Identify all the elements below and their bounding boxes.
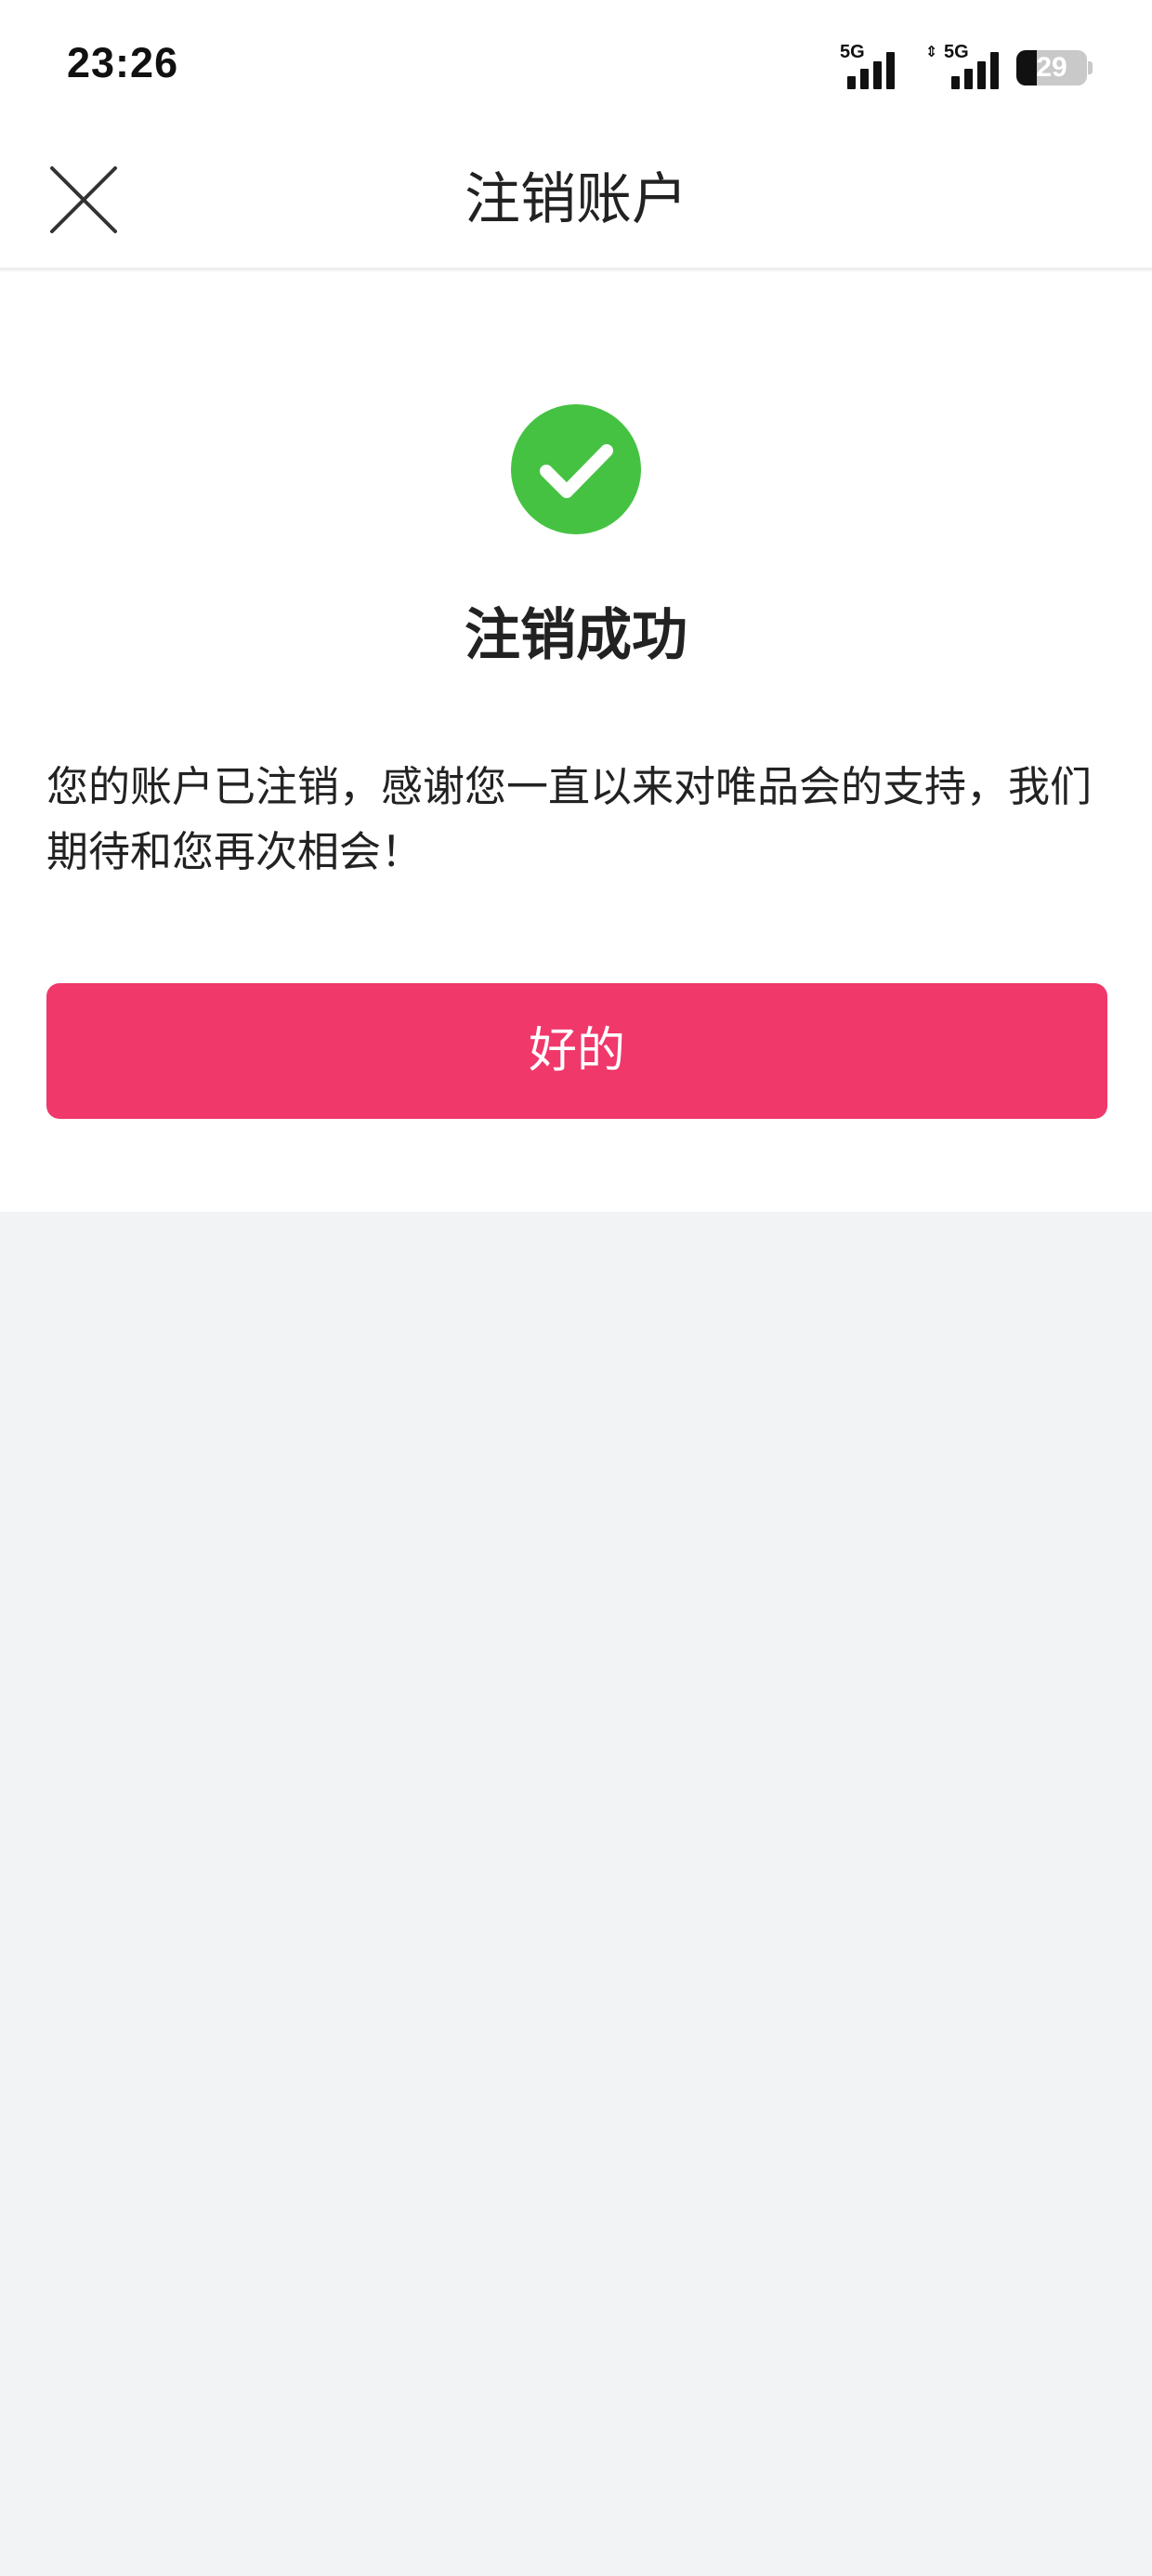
data-transfer-icon: ⇕ <box>925 43 938 60</box>
result-message: 您的账户已注销，感谢您一直以来对唯品会的支持，我们期待和您再次相会！ <box>46 762 1093 876</box>
ok-button[interactable]: 好的 <box>46 983 1107 1119</box>
page-title: 注销账户 <box>465 167 687 232</box>
nav-bar: 注销账户 <box>0 135 1152 269</box>
battery-icon: 29 <box>1016 50 1093 85</box>
signal-bars-icon: ⇕ 5G <box>925 43 999 91</box>
status-icons: 5G ⇕ 5G 29 <box>840 43 1093 91</box>
status-time: 23:26 <box>67 39 179 86</box>
result-card: 注销成功 您的账户已注销，感谢您一直以来对唯品会的支持，我们期待和您再次相会！ … <box>0 271 1152 1212</box>
status-bar: 23:26 5G ⇕ 5G 29 <box>0 0 1152 135</box>
success-title: 注销成功 <box>465 603 687 668</box>
success-check-icon <box>511 404 641 534</box>
signal-bars-icon: 5G <box>840 43 903 91</box>
page: 23:26 5G ⇕ 5G 29 注销账户 注销成功 您的账户已注销，感谢您一直… <box>0 0 1152 2576</box>
battery-level: 29 <box>1036 52 1067 83</box>
